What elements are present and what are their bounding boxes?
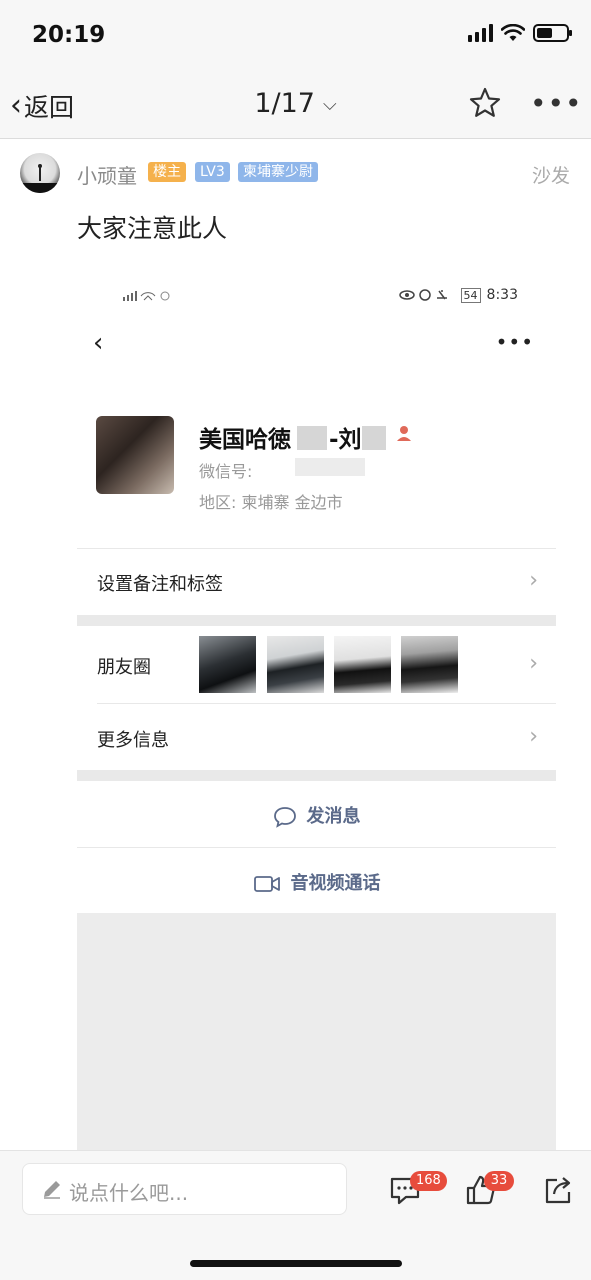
page-indicator: 1/17 (254, 88, 315, 119)
video-call-action: 音视频通话 (77, 869, 556, 895)
floor-label: 沙发 (531, 165, 570, 187)
car-photo-thumbnail (199, 636, 256, 693)
level-badge: LV3 (195, 162, 230, 182)
car-photo-thumbnail (334, 636, 391, 693)
battery-icon (533, 24, 572, 42)
divider (77, 847, 556, 848)
inner-more-icon: ••• (495, 330, 534, 354)
inner-time: 8:33 (486, 287, 518, 303)
comment-count-badge: 168 (410, 1171, 447, 1191)
page-indicator-dropdown[interactable]: 1/17 ⌵ (0, 88, 591, 119)
chevron-right-icon: › (529, 568, 538, 593)
section-gap (77, 615, 556, 626)
section-gap (77, 770, 556, 781)
chevron-right-icon: › (529, 724, 538, 749)
inner-status-right: 54 8:33 (398, 287, 518, 303)
wechat-id: 微信号: (199, 462, 253, 481)
video-camera-icon (253, 876, 280, 892)
home-indicator (190, 1260, 402, 1267)
signal-icon (468, 24, 493, 42)
divider (77, 548, 556, 549)
moments-row: 朋友圈 (97, 657, 151, 678)
comment-placeholder: 说点什么吧... (69, 1181, 189, 1205)
car-photo-thumbnail (401, 636, 458, 693)
favorite-star-icon[interactable] (468, 86, 502, 120)
video-call-label: 音视频通话 (290, 873, 381, 894)
embedded-empty-area (77, 913, 556, 1150)
inner-signal-icons (117, 288, 177, 305)
top-bar: 20:19 ‹ 返回 1/17 ⌵ ••• (0, 0, 591, 139)
person-icon (397, 426, 411, 441)
user-avatar[interactable] (20, 153, 60, 193)
username[interactable]: 小顽童 (77, 160, 137, 189)
embedded-screenshot[interactable]: 54 8:33 ‹ ••• 美国哈徳 -刘 微信号: 地区: 柬埔寨 金边市 设置… (77, 272, 556, 1150)
status-icons (468, 24, 572, 42)
inner-battery: 54 (460, 287, 481, 303)
wifi-icon (501, 24, 525, 41)
profile-photo (96, 416, 174, 494)
profile-name-part1: 美国哈徳 (199, 427, 291, 453)
comment-input[interactable]: 说点什么吧... (22, 1163, 347, 1215)
rank-badge: 柬埔寨少尉 (238, 162, 318, 182)
pencil-icon (44, 1181, 60, 1199)
redacted-block (295, 458, 365, 476)
chevron-right-icon: › (529, 651, 538, 676)
chat-bubble-icon (273, 807, 296, 828)
more-options-icon[interactable]: ••• (530, 90, 583, 118)
region: 地区: 柬埔寨 金边市 (199, 493, 343, 512)
profile-name-part2: -刘 (329, 427, 362, 453)
status-time: 20:19 (32, 22, 106, 48)
redacted-block (297, 426, 327, 450)
car-photo-thumbnail (267, 636, 324, 693)
post-text: 大家注意此人 (77, 214, 228, 243)
inner-back-chevron-icon: ‹ (93, 328, 104, 358)
chevron-down-icon: ⌵ (322, 94, 337, 115)
send-message-action: 发消息 (77, 802, 556, 828)
send-message-label: 发消息 (306, 806, 361, 827)
inner-status-icons (398, 289, 447, 301)
profile-name: 美国哈徳 -刘 (199, 420, 362, 454)
owner-badge: 楼主 (148, 162, 186, 182)
set-remark-row: 设置备注和标签 (97, 574, 223, 595)
share-icon[interactable] (541, 1173, 575, 1207)
like-count-badge: 33 (484, 1171, 514, 1191)
divider (97, 703, 556, 704)
more-info-row: 更多信息 (97, 730, 169, 751)
redacted-block (362, 426, 386, 450)
